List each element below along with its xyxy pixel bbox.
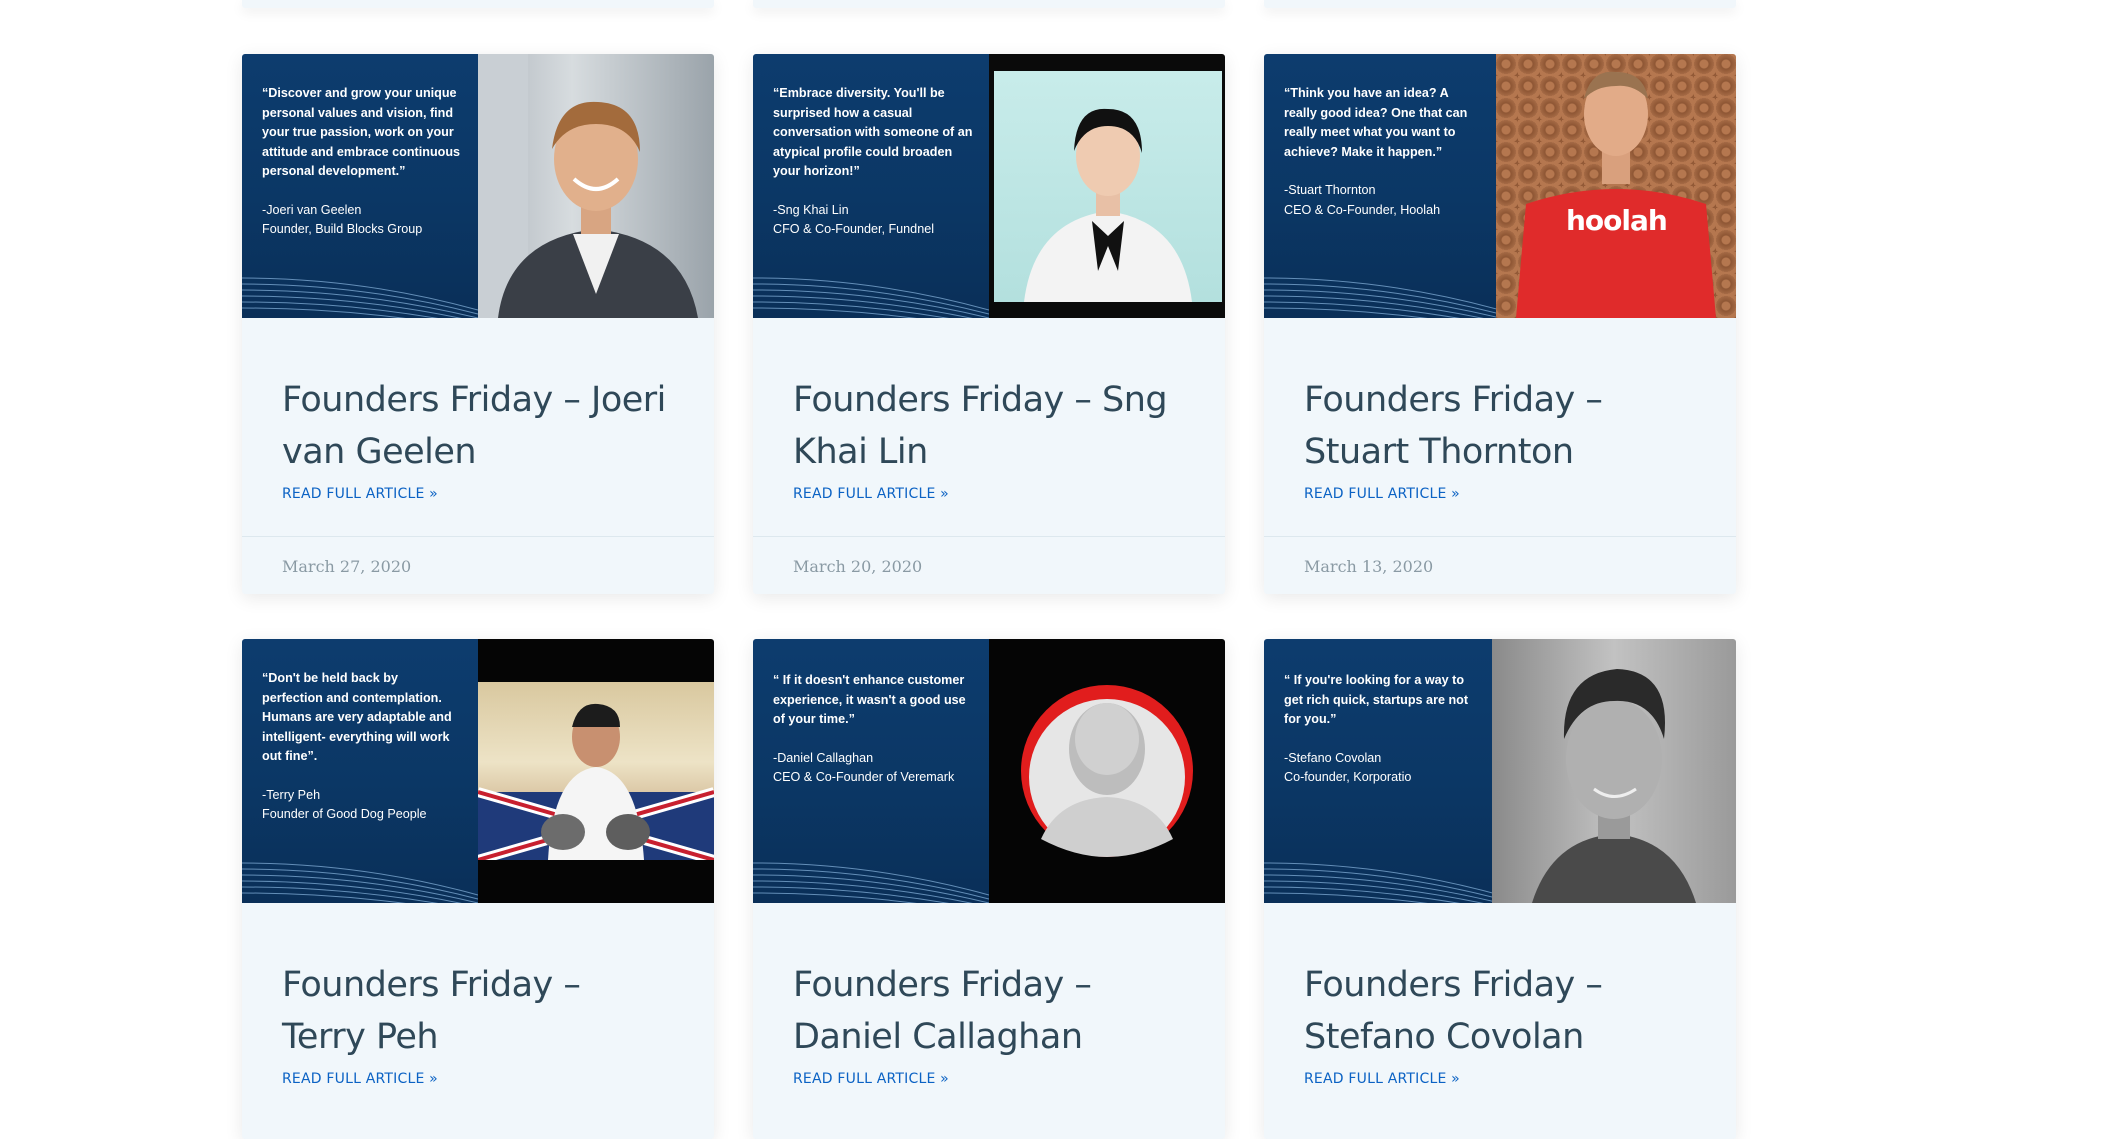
post-title[interactable]: Founders Friday – Stuart Thornton	[1304, 374, 1696, 478]
wave-lines-decoration	[242, 277, 478, 318]
post-date: March 27, 2020	[282, 557, 412, 576]
post-title[interactable]: Founders Friday – Joeri van Geelen	[282, 374, 674, 478]
wave-lines-decoration	[242, 862, 478, 903]
quote-attribution: -Stuart Thornton CEO & Co-Founder, Hoola…	[1284, 183, 1441, 217]
read-more-link[interactable]: READ FULL ARTICLE »	[1304, 486, 1460, 502]
person-portrait-icon	[1516, 71, 1716, 318]
person-portrait-icon	[478, 54, 698, 318]
previous-card-edge	[753, 0, 1225, 8]
quote-panel: “ If it doesn't enhance customer experie…	[753, 639, 989, 903]
post-title[interactable]: Founders Friday – Stefano Covolan	[1304, 959, 1696, 1063]
wave-lines-decoration	[1264, 862, 1492, 903]
quote-attribution: -Stefano Covolan Co-founder, Korporatio	[1284, 750, 1412, 785]
quote-text: “ If it doesn't enhance customer experie…	[773, 673, 966, 726]
wave-lines-decoration	[753, 277, 989, 318]
post-thumbnail-link[interactable]: “Discover and grow your unique personal …	[242, 54, 714, 318]
quote-attribution: -Daniel Callaghan CEO & Co-Founder of Ve…	[773, 750, 955, 785]
previous-card-edge	[1264, 0, 1736, 8]
quote-panel: “Discover and grow your unique personal …	[242, 54, 478, 318]
read-more-link[interactable]: READ FULL ARTICLE »	[282, 1071, 438, 1087]
post-card: “ If it doesn't enhance customer experie…	[753, 639, 1225, 1139]
post-card: “ If you're looking for a way to get ric…	[1264, 639, 1736, 1139]
read-more-link[interactable]: READ FULL ARTICLE »	[1304, 1071, 1460, 1087]
post-content: Founders Friday – Stefano Covolan READ F…	[1264, 903, 1736, 1087]
read-more-link[interactable]: READ FULL ARTICLE »	[793, 486, 949, 502]
quote-attribution: -Joeri van Geelen Founder, Build Blocks …	[262, 202, 423, 237]
post-thumbnail-link[interactable]: “Don't be held back by perfection and co…	[242, 639, 714, 903]
post-title[interactable]: Founders Friday – Terry Peh	[282, 959, 674, 1063]
shirt-logo: hoolah	[1566, 204, 1668, 237]
post-card: “Embrace diversity. You'll be surprised …	[753, 54, 1225, 594]
post-thumbnail-link[interactable]: “ If you're looking for a way to get ric…	[1264, 639, 1736, 903]
wave-lines-decoration	[1264, 277, 1496, 318]
quote-panel: “ If you're looking for a way to get ric…	[1264, 639, 1492, 903]
founder-photo	[1492, 639, 1736, 903]
post-card: “Discover and grow your unique personal …	[242, 54, 714, 594]
quote-text: “ If you're looking for a way to get ric…	[1284, 673, 1469, 726]
quote-attribution: -Terry Peh Founder of Good Dog People	[262, 787, 427, 822]
post-title[interactable]: Founders Friday – Sng Khai Lin	[793, 374, 1185, 478]
person-portrait-icon	[1532, 669, 1696, 903]
read-more-link[interactable]: READ FULL ARTICLE »	[282, 486, 438, 502]
read-more-link[interactable]: READ FULL ARTICLE »	[793, 1071, 949, 1087]
post-meta: March 27, 2020	[242, 536, 714, 594]
post-date: March 20, 2020	[793, 557, 923, 576]
post-meta: March 20, 2020	[753, 536, 1225, 594]
post-content: Founders Friday – Terry Peh READ FULL AR…	[242, 903, 714, 1087]
post-thumbnail-link[interactable]: “ If it doesn't enhance customer experie…	[753, 639, 1225, 903]
founder-photo	[478, 54, 714, 318]
quote-text: “Don't be held back by perfection and co…	[262, 671, 452, 763]
quote-panel: “Think you have an idea? A really good i…	[1264, 54, 1496, 318]
founder-photo	[989, 54, 1225, 318]
quote-attribution: -Sng Khai Lin CFO & Co-Founder, Fundnel	[773, 202, 934, 237]
wave-lines-decoration	[753, 862, 989, 903]
quote-text: “Discover and grow your unique personal …	[262, 86, 461, 178]
post-card: “Think you have an idea? A really good i…	[1264, 54, 1736, 594]
post-content: Founders Friday – Stuart Thornton READ F…	[1264, 318, 1736, 502]
person-with-dogs-icon	[476, 703, 714, 865]
founder-photo	[476, 639, 714, 903]
post-card: “Don't be held back by perfection and co…	[242, 639, 714, 1139]
quote-panel: “Don't be held back by perfection and co…	[242, 639, 478, 903]
post-thumbnail-link[interactable]: “Embrace diversity. You'll be surprised …	[753, 54, 1225, 318]
post-date: March 13, 2020	[1304, 557, 1434, 576]
post-content: Founders Friday – Joeri van Geelen READ …	[242, 318, 714, 502]
previous-card-edge	[242, 0, 714, 8]
post-thumbnail-link[interactable]: “Think you have an idea? A really good i…	[1264, 54, 1736, 318]
person-portrait-icon	[1024, 108, 1192, 302]
post-content: Founders Friday – Sng Khai Lin READ FULL…	[753, 318, 1225, 502]
post-title[interactable]: Founders Friday – Daniel Callaghan	[793, 959, 1185, 1063]
post-content: Founders Friday – Daniel Callaghan READ …	[753, 903, 1225, 1087]
founder-photo	[989, 639, 1225, 903]
post-meta: March 13, 2020	[1264, 536, 1736, 594]
person-portrait-icon	[1021, 685, 1193, 857]
quote-text: “Embrace diversity. You'll be surprised …	[773, 86, 973, 178]
quote-panel: “Embrace diversity. You'll be surprised …	[753, 54, 989, 318]
founder-photo: hoolah	[1496, 54, 1736, 318]
quote-text: “Think you have an idea? A really good i…	[1284, 86, 1468, 159]
